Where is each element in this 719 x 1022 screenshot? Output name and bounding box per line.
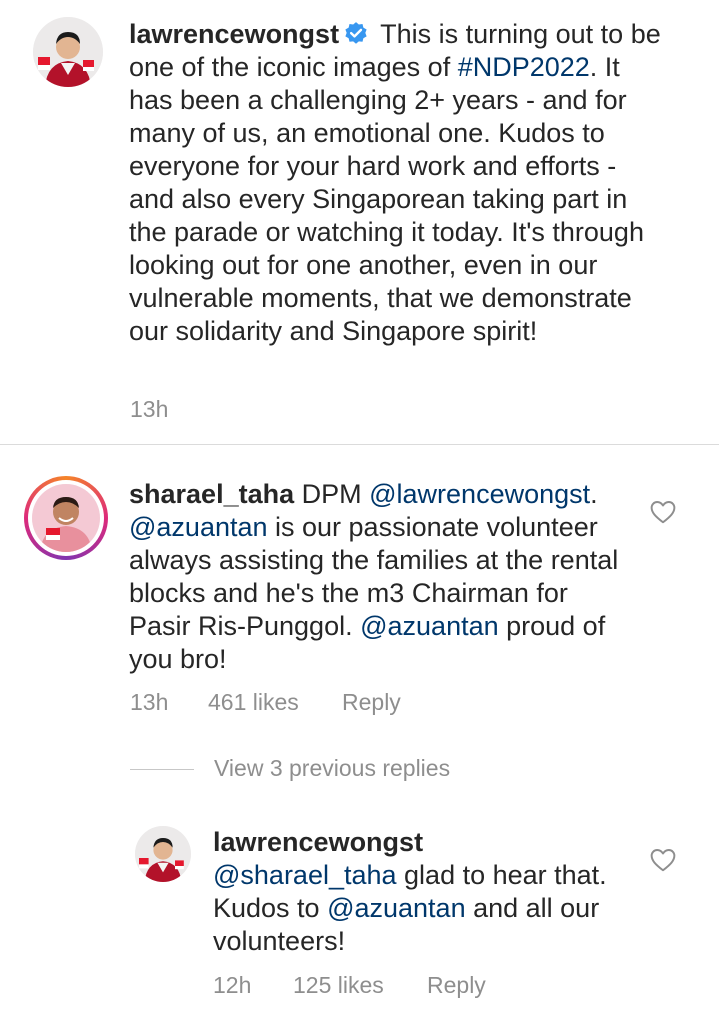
- comment-time: 13h: [130, 689, 169, 715]
- comment-time: 12h: [213, 972, 252, 998]
- avatar-sharael-taha[interactable]: [32, 484, 100, 552]
- mention-link[interactable]: @azuantan: [129, 512, 268, 542]
- comment-time: 13h: [130, 396, 169, 422]
- comment-text-3: lawrencewongst @sharael_taha glad to hear…: [213, 826, 623, 958]
- comment-text-2: sharael_taha DPM @lawrencewongst. @azuan…: [129, 478, 629, 676]
- avatar-lawrencewongst-reply[interactable]: [135, 826, 191, 882]
- comment-username[interactable]: sharael_taha: [129, 479, 294, 509]
- comment-text-run: . It has been a challenging 2+ years - a…: [129, 52, 644, 346]
- divider: [0, 444, 719, 445]
- comment-text-run: DPM: [294, 479, 370, 509]
- mention-link[interactable]: @lawrencewongst: [369, 479, 590, 509]
- comment-body: @sharael_taha glad to hear that. Kudos t…: [213, 860, 607, 956]
- comment-username[interactable]: lawrencewongst: [213, 826, 623, 859]
- replies-line: [130, 769, 194, 770]
- comment-body: This is turning out to be one of the ico…: [129, 19, 661, 346]
- avatar-lawrencewongst[interactable]: [33, 17, 103, 87]
- mention-link[interactable]: @azuantan: [360, 611, 499, 641]
- heart-icon[interactable]: [650, 500, 676, 524]
- heart-icon[interactable]: [650, 848, 676, 872]
- verified-badge-icon: [345, 22, 367, 44]
- comment-text-1: lawrencewongst This is turning out to be…: [129, 18, 664, 348]
- reply-button[interactable]: Reply: [342, 689, 401, 716]
- likes-count[interactable]: 125 likes: [293, 972, 384, 999]
- reply-button[interactable]: Reply: [427, 972, 486, 999]
- mention-link[interactable]: @sharael_taha: [213, 860, 397, 890]
- mention-link[interactable]: @azuantan: [327, 893, 466, 923]
- view-replies-label[interactable]: View 3 previous replies: [214, 755, 450, 782]
- hashtag-link[interactable]: #NDP2022: [458, 52, 590, 82]
- comment-text-run: .: [590, 479, 598, 509]
- comment-username[interactable]: lawrencewongst: [129, 19, 339, 49]
- likes-count[interactable]: 461 likes: [208, 689, 299, 716]
